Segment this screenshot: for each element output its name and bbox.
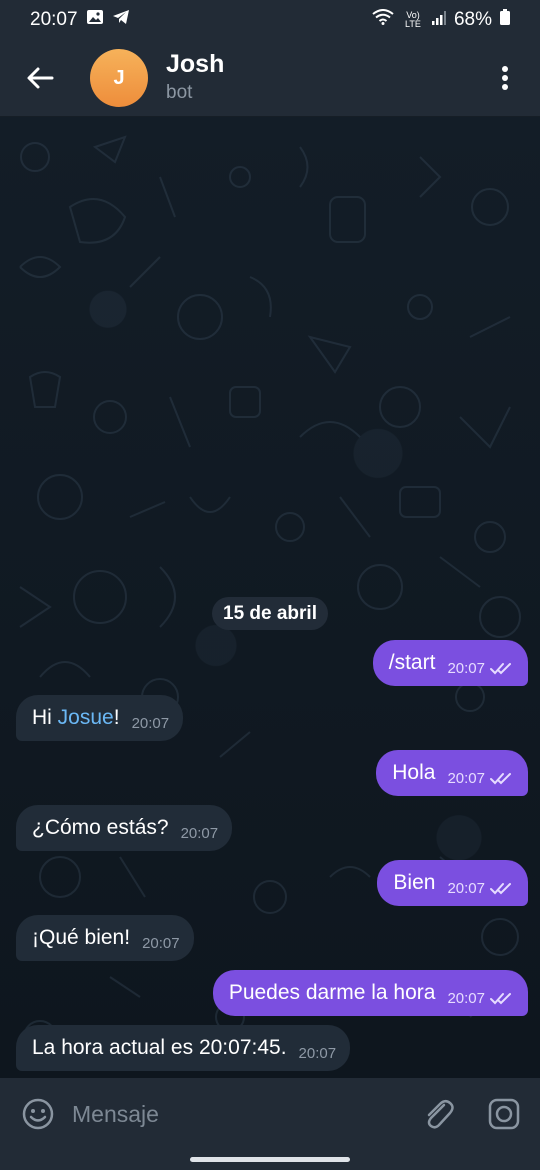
back-button[interactable] [10,48,70,108]
chat-title: Josh [166,50,225,78]
message-text: Hola [392,761,436,784]
image-icon [86,9,104,31]
back-arrow-icon [27,67,54,89]
more-options-button[interactable] [485,48,525,108]
chat-subtitle: bot [166,82,193,103]
wifi-icon [372,9,394,31]
date-label: 15 de abril [223,602,317,624]
double-check-icon [490,883,511,895]
message-text: La hora actual es 20:07:45. [32,1036,287,1059]
battery-label: 68% [453,9,492,30]
chat-header: J Josh bot [0,40,540,117]
message-time: 20:07 [142,934,180,952]
status-right: Vo) LTE 68% [372,9,510,31]
incoming-message[interactable]: ¡Qué bien! 20:07 [16,915,194,961]
avatar[interactable]: J [90,49,148,107]
telegram-icon [112,9,130,31]
message-text: Hi Josue! [32,706,120,730]
status-time: 20:07 [30,9,78,30]
double-check-icon [490,773,511,785]
attach-icon [427,1100,454,1129]
message-suffix: ! [113,706,120,729]
user-mention[interactable]: Josue [58,706,114,729]
message-text: ¿Cómo estás? [32,816,169,839]
outgoing-message[interactable]: Puedes darme la hora 20:07 [212,970,528,1016]
incoming-message[interactable]: La hora actual es 20:07:45. 20:07 [16,1025,351,1071]
incoming-message[interactable]: Hi Josue! 20:07 [16,695,184,741]
chat-info[interactable]: Josh bot [166,50,485,106]
camera-icon [488,1098,520,1130]
message-text: Bien [393,871,436,894]
message-time: 20:07 [298,1044,337,1062]
double-check-icon [490,663,511,675]
outgoing-message[interactable]: Bien 20:07 [377,860,528,906]
date-chip: 15 de abril [212,597,328,630]
chat-area[interactable]: 15 de abril /start 20:07 Hi Josue! 20:07… [0,117,540,1078]
message-composer [0,1078,540,1150]
incoming-message[interactable]: ¿Cómo estás? 20:07 [16,805,233,851]
outgoing-message[interactable]: /start 20:07 [372,640,528,686]
outgoing-message[interactable]: Hola 20:07 [376,750,528,796]
home-indicator[interactable] [190,1157,350,1162]
attach-button[interactable] [418,1094,458,1134]
emoji-button[interactable] [18,1094,58,1134]
signal-icon [431,9,446,31]
double-check-icon [490,993,511,1005]
message-time: 20:07 [447,989,485,1007]
avatar-letter: J [113,66,125,89]
status-bar: 20:07 Vo) LTE 68% [0,0,540,40]
message-text: ¡Qué bien! [32,926,131,949]
status-left: 20:07 [30,9,130,31]
emoji-icon [22,1098,54,1130]
navigation-bar [0,1150,540,1170]
message-time: 20:07 [447,769,485,787]
more-vert-icon [502,66,508,90]
battery-icon [500,9,510,31]
message-text: Puedes darme la hora [228,981,436,1004]
message-text: /start [388,651,436,674]
message-time: 20:07 [447,659,485,677]
network-label: Vo) LTE [405,10,421,29]
message-input[interactable] [72,1089,418,1139]
message-time: 20:07 [131,714,170,732]
message-time: 20:07 [447,879,485,897]
camera-button[interactable] [484,1094,524,1134]
message-prefix: Hi [32,706,58,729]
message-time: 20:07 [180,824,219,842]
